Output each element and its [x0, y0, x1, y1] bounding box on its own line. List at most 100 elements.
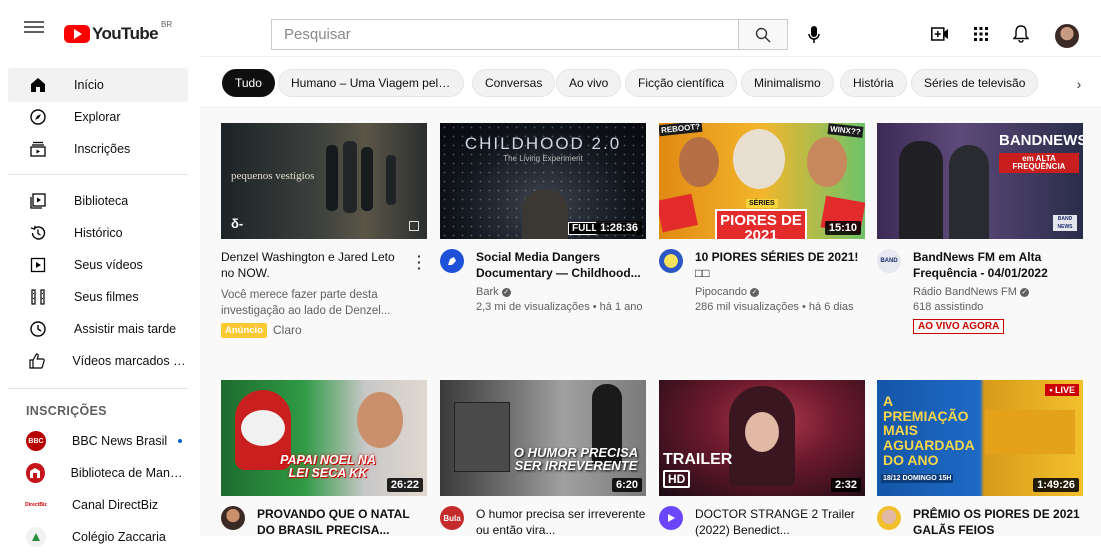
- ad-logo-icon: δ-: [231, 216, 244, 231]
- video-title[interactable]: BandNews FM em Alta Frequência - 04/01/2…: [913, 249, 1083, 281]
- video-title[interactable]: PROVANDO QUE O NATAL DO BRASIL PRECISA..…: [257, 506, 427, 538]
- thumbnail-title: TRAILER: [663, 451, 733, 468]
- video-thumbnail[interactable]: TRAILER HD 2:32: [659, 380, 865, 496]
- search-placeholder: Pesquisar: [284, 26, 351, 43]
- thumbs-up-icon: [26, 349, 48, 373]
- channel-name[interactable]: Pipocando ✓: [695, 284, 865, 300]
- search-icon: [755, 27, 771, 42]
- chip-historia[interactable]: História: [840, 69, 907, 97]
- sidebar-subscription-biblioteca[interactable]: Biblioteca de Mangui...: [8, 456, 188, 490]
- video-thumbnail[interactable]: CHILDHOOD 2.0 The Living Experiment FULL…: [440, 123, 646, 239]
- video-grid: pequenos vestígios δ- Denzel Washington …: [200, 108, 1101, 538]
- sidebar: Início Explorar Inscrições Biblioteca Hi…: [0, 56, 200, 547]
- sidebar-item-subscriptions[interactable]: Inscrições: [8, 132, 188, 166]
- sidebar-item-home[interactable]: Início: [8, 68, 188, 102]
- sidebar-item-label: Vídeos marcados co...: [72, 354, 188, 368]
- sidebar-item-library[interactable]: Biblioteca: [8, 184, 188, 218]
- chip-conversas[interactable]: Conversas: [472, 69, 556, 97]
- sidebar-item-label: Histórico: [74, 226, 123, 240]
- microphone-icon[interactable]: [803, 24, 825, 46]
- video-thumbnail[interactable]: REBOOT? WINX?? SÉRIES PIORES DE 2021 15:…: [659, 123, 865, 239]
- channel-avatar[interactable]: [659, 249, 683, 273]
- chip-all[interactable]: Tudo: [222, 69, 275, 97]
- video-thumbnail[interactable]: pequenos vestígios δ-: [221, 123, 427, 239]
- filter-chips-bar: Tudo Humano – Uma Viagem pela ... Conver…: [200, 56, 1101, 108]
- menu-icon[interactable]: [24, 18, 44, 38]
- library-icon: [26, 189, 50, 213]
- video-title[interactable]: O humor precisa ser irreverente ou então…: [476, 506, 646, 538]
- thumbnail-caption: pequenos vestígios: [231, 170, 315, 182]
- chip-humano[interactable]: Humano – Uma Viagem pela ...: [278, 69, 464, 97]
- channel-avatar[interactable]: BAND: [877, 249, 901, 273]
- video-meta: Bula O humor precisa ser irreverente ou …: [440, 506, 646, 538]
- chip-series-de-televisao[interactable]: Séries de televisão: [911, 69, 1039, 97]
- chevron-right-icon[interactable]: ›: [1066, 71, 1092, 97]
- youtube-play-icon: [64, 25, 90, 43]
- sidebar-item-label: Início: [74, 78, 104, 92]
- video-card: A PREMIAÇÃO MAIS AGUARDADA DO ANO 18/12 …: [877, 380, 1083, 538]
- more-options-icon[interactable]: · · ·: [417, 249, 425, 275]
- apps-grid-icon[interactable]: [971, 24, 991, 44]
- sidebar-item-label: Assistir mais tarde: [74, 322, 177, 336]
- channel-avatar: [26, 463, 45, 483]
- video-thumbnail[interactable]: BANDNEWS em ALTA FREQUÊNCIA BAND NEWS: [877, 123, 1083, 239]
- video-thumbnail[interactable]: A PREMIAÇÃO MAIS AGUARDADA DO ANO 18/12 …: [877, 380, 1083, 496]
- notifications-bell-icon[interactable]: [1011, 24, 1031, 44]
- avatar[interactable]: [1055, 24, 1079, 48]
- video-meta: DOCTOR STRANGE 2 Trailer (2022) Benedict…: [659, 506, 865, 538]
- sidebar-item-explore[interactable]: Explorar: [8, 100, 188, 134]
- sidebar-subscription-directbiz[interactable]: DirectBiz Canal DirectBiz: [8, 488, 188, 522]
- search-input[interactable]: Pesquisar: [271, 19, 738, 50]
- video-thumbnail[interactable]: PAPAI NOEL NA LEI SECA KK 26:22: [221, 380, 427, 496]
- channel-avatar[interactable]: Bula: [440, 506, 464, 530]
- chip-label: Humano – Uma Viagem pela ...: [291, 76, 451, 90]
- video-duration: 15:10: [824, 221, 861, 235]
- subscription-label: Canal DirectBiz: [72, 498, 159, 512]
- video-duration: 1:28:36: [596, 221, 642, 235]
- thumbnail-title: BANDNEWS: [999, 132, 1083, 149]
- video-title[interactable]: PRÊMIO OS PIORES DE 2021 GALÃS FEIOS: [913, 506, 1083, 538]
- video-title[interactable]: Social Media Dangers Documentary — Child…: [476, 249, 646, 281]
- video-card: O HUMOR PRECISA SER IRREVERENTE 6:20 Bul…: [440, 380, 646, 538]
- sidebar-divider: [8, 388, 188, 389]
- channel-name[interactable]: Rádio BandNews FM ✓: [913, 284, 1083, 300]
- channel-avatar: [26, 527, 46, 547]
- channel-avatar: DirectBiz: [25, 495, 47, 515]
- search-button[interactable]: [738, 19, 788, 50]
- sidebar-item-liked-videos[interactable]: Vídeos marcados co...: [8, 344, 188, 378]
- video-title[interactable]: 10 PIORES SÉRIES DE 2021! □□: [695, 249, 865, 281]
- sidebar-item-your-movies[interactable]: Seus filmes: [8, 280, 188, 314]
- channel-name[interactable]: Bark ✓: [476, 284, 646, 300]
- chip-ficcao-cientifica[interactable]: Ficção científica: [625, 69, 738, 97]
- advertiser-name[interactable]: Claro: [273, 323, 302, 338]
- movies-icon: [26, 285, 50, 309]
- sidebar-item-history[interactable]: Histórico: [8, 216, 188, 250]
- video-duration: 26:22: [386, 478, 423, 492]
- channel-avatar[interactable]: [877, 506, 901, 530]
- video-title[interactable]: DOCTOR STRANGE 2 Trailer (2022) Benedict…: [695, 506, 865, 538]
- chip-ao-vivo[interactable]: Ao vivo: [556, 69, 622, 97]
- video-duration: 1:49:26: [1033, 478, 1079, 492]
- sidebar-item-watch-later[interactable]: Assistir mais tarde: [8, 312, 188, 346]
- sidebar-item-label: Seus filmes: [74, 290, 139, 304]
- video-card: REBOOT? WINX?? SÉRIES PIORES DE 2021 15:…: [659, 123, 865, 315]
- create-video-icon[interactable]: [930, 24, 950, 44]
- channel-avatar[interactable]: [440, 249, 464, 273]
- video-thumbnail[interactable]: O HUMOR PRECISA SER IRREVERENTE 6:20: [440, 380, 646, 496]
- youtube-logo[interactable]: YouTube BR: [64, 20, 172, 44]
- sidebar-subscription-bbc-news-brasil[interactable]: BBC BBC News Brasil: [8, 424, 188, 458]
- logo-text: YouTube: [92, 24, 159, 43]
- bandnews-logo-icon: BAND NEWS: [1053, 215, 1077, 231]
- thumbnail-subtitle: em ALTA FREQUÊNCIA: [999, 153, 1079, 173]
- sidebar-subscription-colegio[interactable]: Colégio Zaccaria: [8, 520, 188, 554]
- chip-minimalismo[interactable]: Minimalismo: [741, 69, 834, 97]
- video-title[interactable]: Denzel Washington e Jared Leto no NOW.: [221, 249, 427, 281]
- channel-avatar[interactable]: [659, 506, 683, 530]
- compass-icon: [26, 105, 50, 129]
- video-duration: 2:32: [830, 478, 861, 492]
- sidebar-item-your-videos[interactable]: Seus vídeos: [8, 248, 188, 282]
- sidebar-divider: [8, 174, 188, 175]
- sidebar-item-label: Inscrições: [74, 142, 131, 156]
- your-videos-icon: [26, 253, 50, 277]
- channel-avatar[interactable]: [221, 506, 245, 530]
